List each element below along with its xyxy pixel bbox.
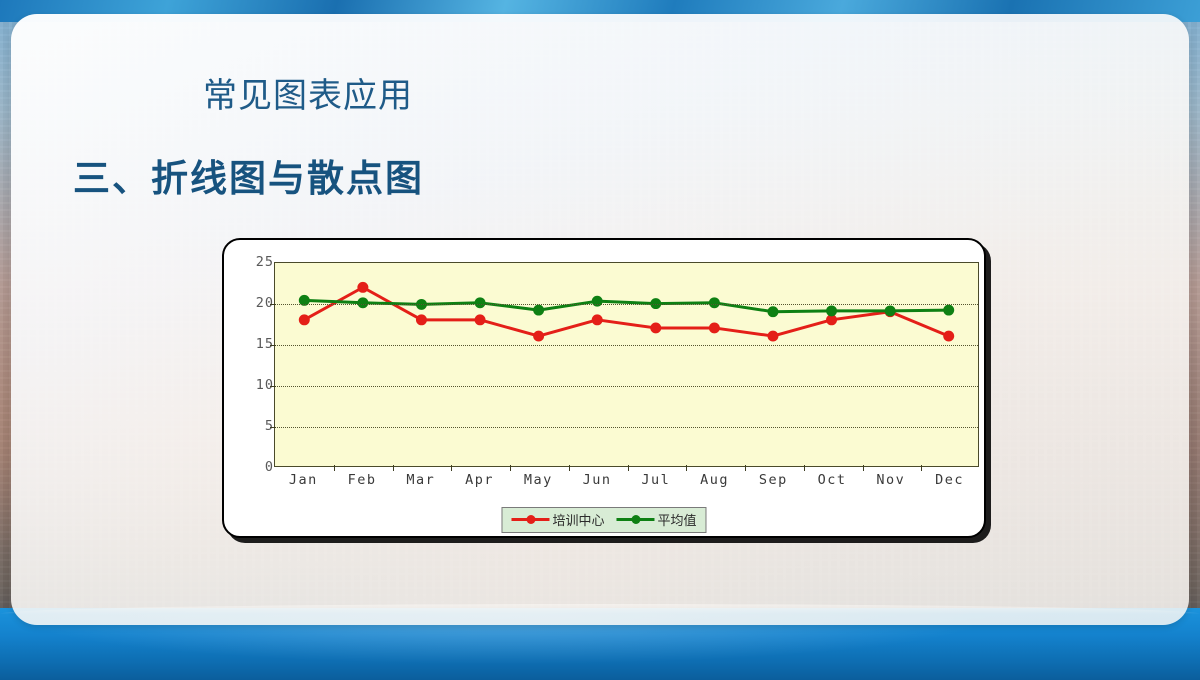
x-axis-tick <box>803 465 805 471</box>
data-point <box>298 314 310 326</box>
data-point <box>533 304 545 316</box>
legend-item[interactable]: 培训中心 <box>511 510 605 529</box>
y-axis-tick <box>270 304 276 305</box>
chart-legend: 培训中心 平均值 <box>501 507 707 533</box>
x-axis-tick <box>862 465 864 471</box>
x-axis-tick-label: Jul <box>641 472 671 488</box>
x-axis-labels: Jan Feb Mar Apr May Jun Jul Aug Sep Oct Nov Dec <box>274 472 979 494</box>
legend-marker-icon <box>511 514 550 526</box>
y-axis-tick-label: 15 <box>255 336 274 352</box>
data-point <box>767 330 779 342</box>
x-axis-tick-label: Dec <box>935 472 965 488</box>
y-axis-tick-label: 5 <box>264 418 274 434</box>
data-point <box>474 297 486 309</box>
data-point <box>591 314 603 326</box>
series-layer <box>298 281 955 342</box>
x-axis-tick-label: Sep <box>758 472 788 488</box>
data-point <box>533 330 545 342</box>
subtitle-heading: 常见图表应用 <box>203 76 413 116</box>
x-axis-tick <box>451 465 453 471</box>
x-axis-tick <box>627 465 629 471</box>
x-axis-tick <box>392 465 394 471</box>
slide: 常见图表应用 三、折线图与散点图 0 5 10 15 20 25 Jan Feb Mar Apr… <box>0 0 1200 680</box>
x-axis-tick-label: Apr <box>465 472 495 488</box>
data-point <box>474 314 486 326</box>
x-axis-tick <box>568 465 570 471</box>
data-point <box>884 305 896 317</box>
x-axis-tick <box>333 465 335 471</box>
y-axis-tick-label: 25 <box>255 254 274 270</box>
plot-area <box>270 262 979 471</box>
x-axis-tick-label: Aug <box>700 472 730 488</box>
data-point <box>650 322 662 334</box>
gridline <box>275 386 978 387</box>
y-axis-labels: 0 5 10 15 20 25 <box>232 248 274 476</box>
y-axis-tick <box>270 386 276 387</box>
x-axis-tick <box>686 465 688 471</box>
chart-card: 0 5 10 15 20 25 Jan Feb Mar Apr May Jun Jul Aug Sep Oc… <box>222 238 986 538</box>
data-point <box>943 304 955 316</box>
legend-item[interactable]: 平均值 <box>616 510 697 529</box>
x-axis-tick-label: Jan <box>288 472 318 488</box>
x-axis-tick <box>510 465 511 471</box>
gridline <box>275 345 978 346</box>
data-point <box>708 297 720 309</box>
data-point <box>826 305 838 317</box>
x-axis-tick-label: Feb <box>347 472 377 488</box>
legend-label: 平均值 <box>657 514 697 529</box>
chart: 0 5 10 15 20 25 Jan Feb Mar Apr May Jun Jul Aug Sep Oc… <box>224 240 984 536</box>
x-axis-tick-label: Nov <box>876 472 906 488</box>
page-title: 三、折线图与散点图 <box>73 157 424 200</box>
data-point <box>943 330 955 342</box>
y-axis-tick <box>270 345 276 346</box>
x-axis-tick <box>745 465 746 471</box>
y-axis-tick-label: 10 <box>255 377 274 393</box>
x-axis-tick-label: Mar <box>406 472 436 488</box>
gridline <box>275 304 978 305</box>
data-point <box>767 306 779 318</box>
x-axis-tick-label: May <box>523 472 553 488</box>
data-point <box>357 297 369 309</box>
x-axis-tick-label: Jun <box>582 472 612 488</box>
y-axis-tick-label: 20 <box>255 295 274 311</box>
data-point <box>708 322 720 334</box>
y-axis-tick <box>270 427 276 428</box>
legend-label: 培训中心 <box>552 514 605 529</box>
gridline <box>275 427 978 428</box>
data-point <box>357 281 369 293</box>
x-axis-tick-label: Oct <box>817 472 847 488</box>
legend-marker-icon <box>616 514 655 526</box>
x-axis-tick <box>921 465 923 471</box>
data-point <box>415 314 427 326</box>
y-axis-tick-label: 0 <box>264 459 274 475</box>
